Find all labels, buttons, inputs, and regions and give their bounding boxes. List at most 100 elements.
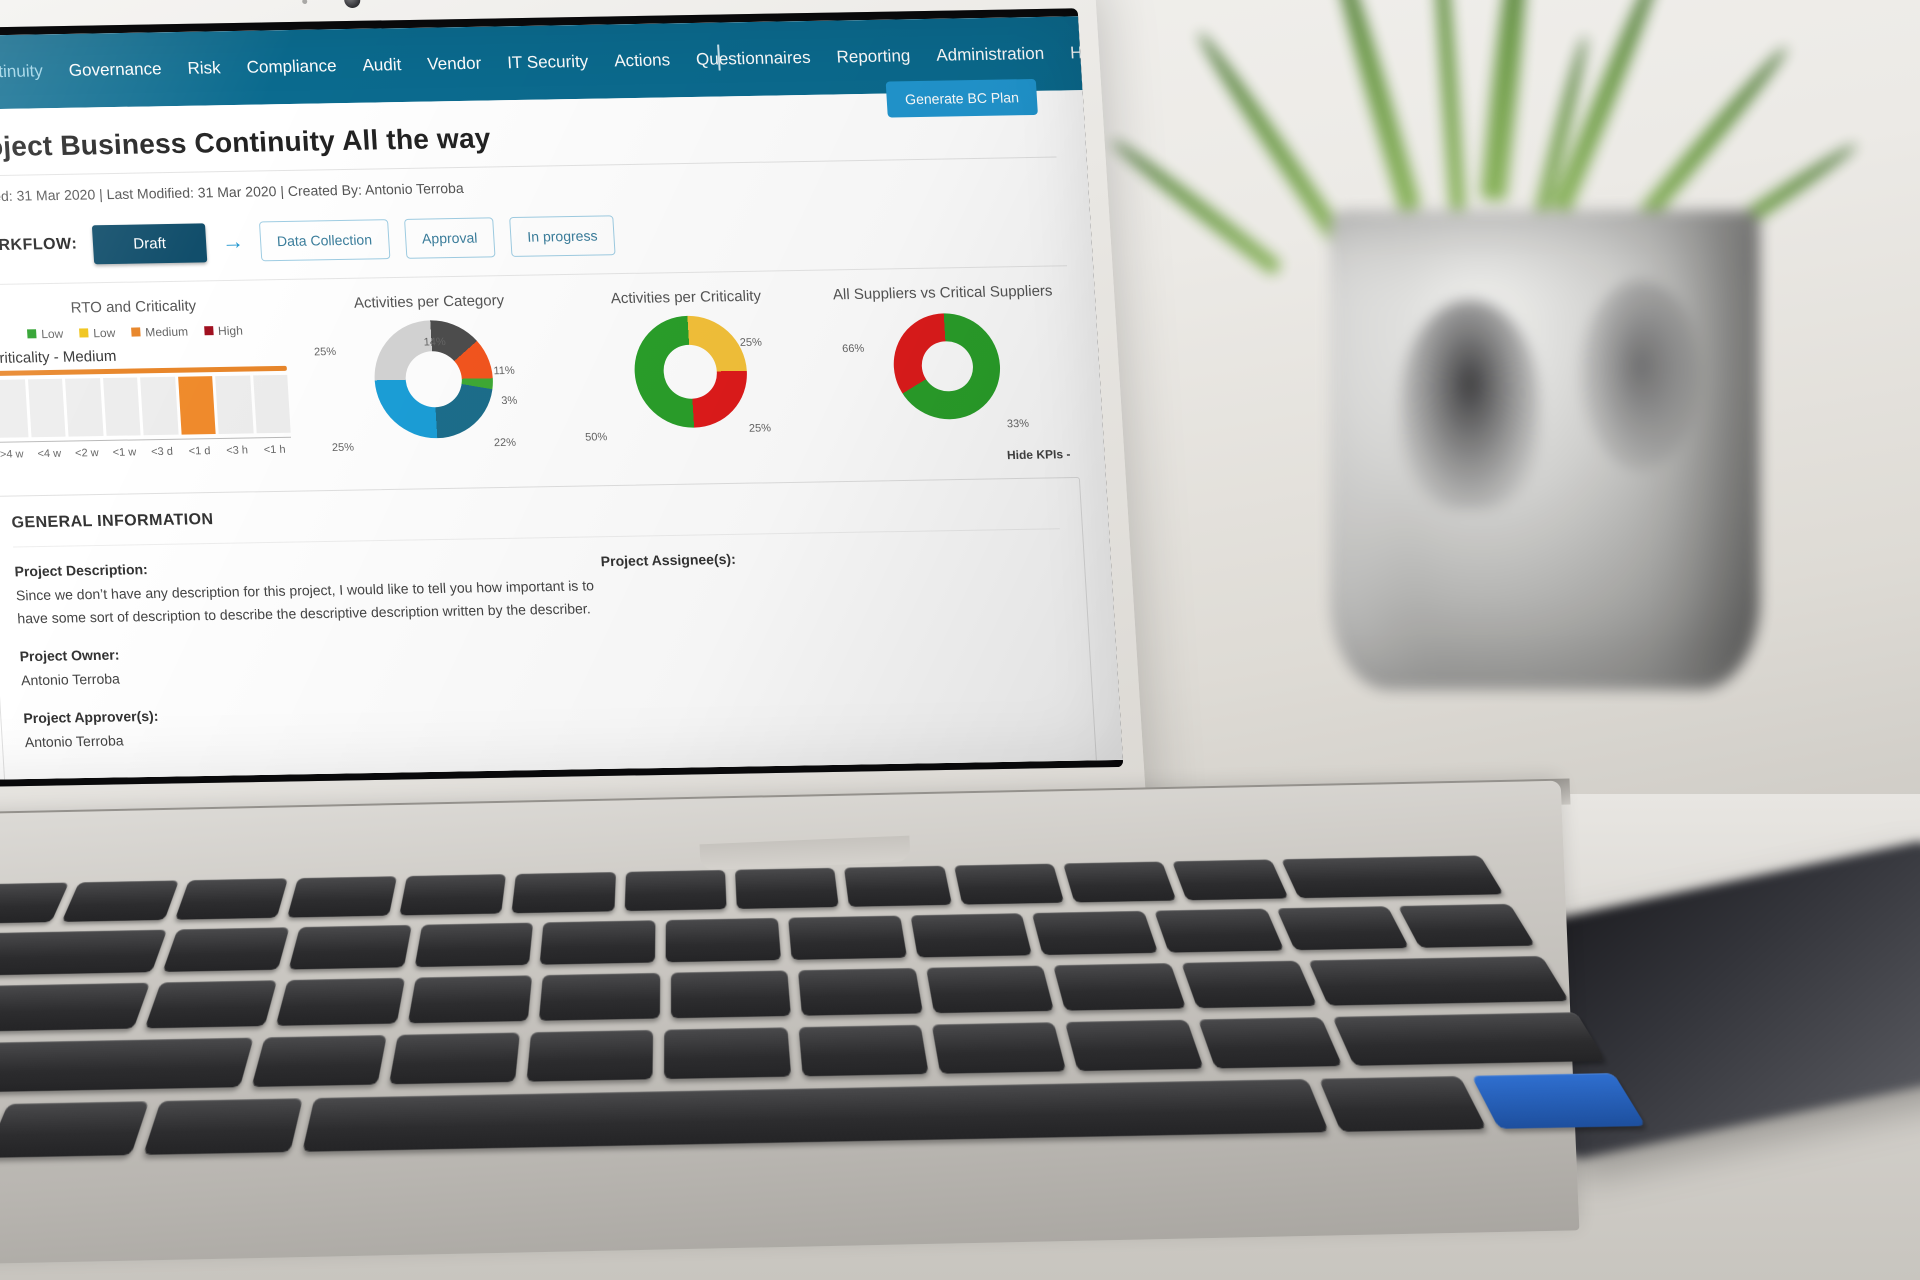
rto-axis-tick: <4 w: [37, 447, 62, 461]
key[interactable]: [388, 1032, 521, 1085]
key[interactable]: [276, 977, 406, 1026]
legend-item-medium: Medium: [131, 325, 188, 340]
key[interactable]: [1062, 861, 1177, 903]
key[interactable]: [1153, 908, 1284, 953]
legend-item-high: High: [203, 324, 243, 339]
general-information-right-column: Project Assignee(s):: [600, 545, 1073, 762]
key-shift-left[interactable]: [0, 1037, 254, 1095]
general-information-left-column: Project Description: Since we don’t have…: [14, 553, 613, 772]
rto-bar-plot: [0, 374, 291, 438]
key-enter[interactable]: [1308, 955, 1570, 1006]
nav-item-vendor[interactable]: Vendor: [427, 54, 482, 75]
key[interactable]: [1180, 960, 1318, 1009]
key[interactable]: [953, 863, 1065, 905]
nav-item-audit[interactable]: Audit: [362, 55, 402, 76]
key[interactable]: [251, 1035, 387, 1087]
key[interactable]: [1064, 1019, 1205, 1072]
key[interactable]: [1172, 859, 1290, 901]
key[interactable]: [798, 1024, 929, 1077]
key[interactable]: [414, 922, 534, 968]
nav-item-compliance[interactable]: Compliance: [246, 56, 337, 78]
key[interactable]: [798, 967, 923, 1016]
laptop-screen-bezel: Business Continuity Governance Risk Comp…: [0, 8, 1124, 788]
workflow-step-in-progress[interactable]: In progress: [509, 215, 616, 257]
key[interactable]: [288, 924, 412, 970]
key[interactable]: [540, 920, 656, 965]
nav-item-reporting[interactable]: Reporting: [836, 46, 911, 67]
chart-title-rto: RTO and Criticality: [70, 297, 197, 317]
donut1-label-14: 14%: [423, 336, 447, 349]
key[interactable]: [1053, 963, 1186, 1011]
project-assignee-label: Project Assignee(s):: [600, 550, 737, 570]
nav-item-questionnaires[interactable]: Questionnaires: [695, 48, 811, 70]
rto-axis-tick: >4 w: [0, 448, 24, 461]
key[interactable]: [925, 965, 1055, 1014]
nav-item-it-security[interactable]: IT Security: [507, 52, 589, 73]
donut-activities-criticality-wrap: 25% 25% 50%: [566, 314, 816, 458]
photo-scene: Business Continuity Governance Risk Comp…: [0, 0, 1920, 1280]
donut2-label-25-red: 25%: [748, 422, 772, 435]
rto-bar-cell: [102, 377, 141, 436]
nav-item-risk[interactable]: Risk: [187, 58, 221, 79]
key[interactable]: [61, 880, 179, 922]
key[interactable]: [734, 867, 840, 909]
key[interactable]: [1198, 1017, 1343, 1069]
key[interactable]: [162, 927, 290, 972]
key-shift-right[interactable]: [1331, 1012, 1607, 1066]
rto-bar-cell: [140, 376, 179, 436]
rto-axis-tick: <3 h: [225, 444, 249, 457]
workflow-current-state[interactable]: Draft: [92, 222, 208, 264]
chart-title-activities-category: Activities per Category: [353, 292, 505, 312]
nav-item-governance[interactable]: Governance: [68, 59, 162, 81]
donut3-label-66: 66%: [841, 342, 865, 356]
key[interactable]: [526, 1029, 654, 1082]
key[interactable]: [1031, 910, 1159, 956]
rto-bar-cell: [65, 378, 104, 437]
key[interactable]: [844, 865, 952, 907]
key-space[interactable]: [302, 1078, 1329, 1152]
key-fn[interactable]: [0, 1101, 150, 1158]
key-backspace[interactable]: [1281, 855, 1504, 899]
key[interactable]: [539, 972, 661, 1021]
donut-activities-criticality: [630, 314, 750, 429]
general-information-columns: Project Description: Since we don’t have…: [14, 545, 1073, 772]
key[interactable]: [286, 876, 398, 918]
rto-bar-cell: [177, 376, 216, 435]
donut3-label-33: 33%: [1006, 417, 1030, 431]
workflow-step-data-collection[interactable]: Data Collection: [258, 219, 391, 262]
hide-kpis-toggle[interactable]: Hide KPIs -: [1007, 447, 1071, 462]
laptop-keyboard[interactable]: [0, 855, 1689, 1232]
key[interactable]: [624, 869, 727, 912]
key-alt[interactable]: [143, 1098, 303, 1155]
record-metadata: Created: 31 Mar 2020 | Last Modified: 31…: [0, 156, 1059, 205]
key[interactable]: [665, 917, 781, 963]
kpi-row: RTO and Criticality Low Low Medium High …: [0, 282, 1078, 470]
key[interactable]: [909, 913, 1033, 958]
key[interactable]: [511, 872, 616, 914]
key-tab[interactable]: [0, 929, 168, 977]
nav-item-administration[interactable]: Administration: [936, 44, 1045, 66]
key[interactable]: [0, 882, 70, 925]
generate-bc-plan-button[interactable]: Generate BC Plan: [886, 78, 1038, 118]
key[interactable]: [787, 915, 907, 960]
kpi-suppliers: All Suppliers vs Critical Suppliers 66% …: [816, 282, 1078, 463]
project-description-value: Since we don’t have any description for …: [15, 577, 595, 627]
project-approver-value: Antonio Terroba: [24, 732, 125, 751]
key-capslock[interactable]: [0, 982, 151, 1034]
key-alt-right[interactable]: [1318, 1076, 1488, 1132]
nav-brand[interactable]: Business Continuity: [0, 61, 43, 84]
rto-bar-cell: [215, 375, 254, 434]
kpi-activities-per-category: Activities per Category 14% 11% 3% 22% 2…: [303, 291, 565, 462]
chart-title-activities-criticality: Activities per Criticality: [610, 287, 762, 308]
workflow-step-approval[interactable]: Approval: [403, 217, 496, 259]
key[interactable]: [407, 975, 533, 1024]
key[interactable]: [664, 1027, 791, 1080]
key[interactable]: [670, 970, 792, 1019]
key[interactable]: [1275, 906, 1410, 951]
nav-item-actions[interactable]: Actions: [614, 50, 671, 71]
key[interactable]: [144, 980, 278, 1029]
key[interactable]: [399, 874, 507, 916]
key[interactable]: [174, 878, 288, 920]
donut1-label-3: 3%: [501, 394, 518, 408]
key[interactable]: [931, 1022, 1067, 1074]
